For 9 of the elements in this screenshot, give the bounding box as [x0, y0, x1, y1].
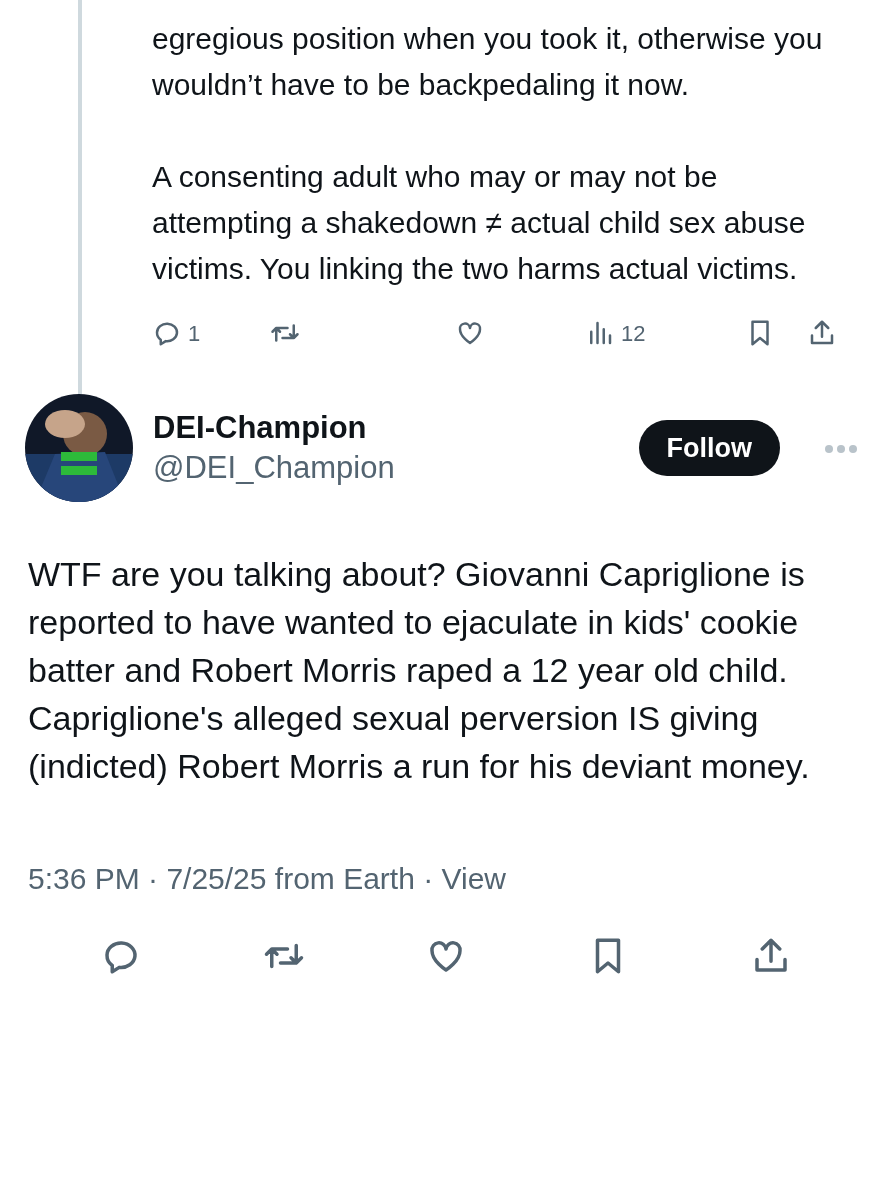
follow-button[interactable]: Follow: [638, 419, 780, 477]
reply-text: A consenting adult who may or may not be attempting a shakedown ≠ actual child sex abuse victims. You linking the two harms actual victims.: [152, 159, 807, 287]
reply-text: egregious position when you took it, otherwise you wouldn’t have to be backpedaling it now.: [152, 21, 824, 103]
author-handle: @DEI_Champion: [153, 449, 396, 487]
views-button[interactable]: 12: [585, 316, 646, 350]
author-name: DEI-Champion: [153, 409, 368, 447]
reply-button[interactable]: 1: [152, 316, 201, 350]
post-text: WTF are you talking about? Giovanni Capriglione is reported to have wanted to ejaculate in kids' cookie batter and Robert Morris raped a 12 year old child. Capriglione's alleged sexual perversion IS giving (indicted) Robert Morris a run for his deviant money.: [27, 554, 811, 787]
post-timestamp: 5:36 PM · 7/25/25 from Earth · View: [27, 861, 507, 897]
